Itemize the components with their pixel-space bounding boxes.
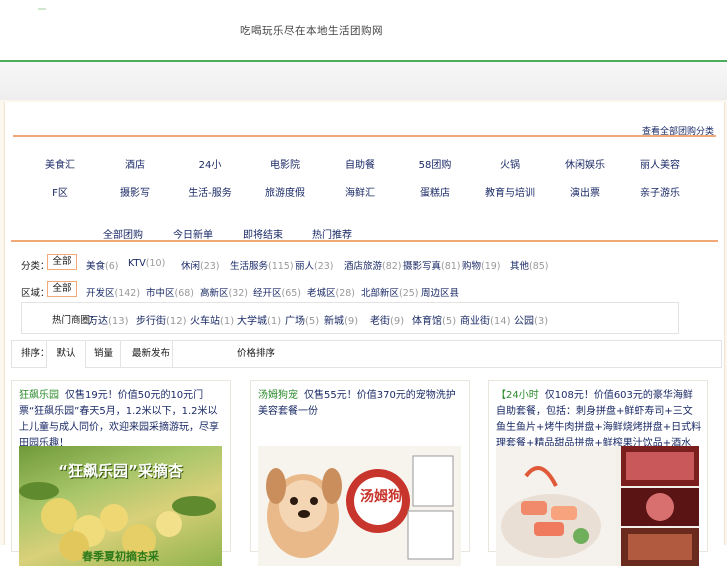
filter-option[interactable]: 高新区(32): [200, 285, 248, 299]
category-item[interactable]: 24小: [180, 156, 240, 171]
site-slogan: 吃喝玩乐尽在本地生活团购网: [240, 25, 383, 37]
category-item[interactable]: 教育与培训: [480, 184, 540, 199]
category-item[interactable]: 58团购: [405, 156, 465, 171]
deal-title[interactable]: 汤姆狗宠 仅售55元！价值370元的宠物洗护美容套餐一份: [258, 388, 464, 420]
orange-divider: [13, 135, 716, 137]
filter-option[interactable]: 市中区(68): [146, 285, 194, 299]
filter-label: 分类：: [21, 261, 50, 272]
category-item[interactable]: F区: [30, 184, 90, 199]
filter-option[interactable]: 摄影写真(81): [403, 258, 461, 272]
filter-option[interactable]: KTV(10): [128, 258, 165, 269]
deal-tag: 汤姆狗宠: [258, 390, 298, 401]
deal-image-caption: 汤姆狗: [360, 489, 402, 505]
category-item[interactable]: 生活-服务: [180, 184, 240, 199]
deal-image-caption: “狂飙乐园”采摘杏: [58, 462, 183, 480]
sort-sales[interactable]: 销量: [94, 341, 113, 367]
category-item[interactable]: 亲子游乐: [630, 184, 690, 199]
filter-option[interactable]: 休闲(23): [181, 258, 220, 272]
filter-option[interactable]: 开发区(142): [86, 285, 140, 299]
category-item[interactable]: 丽人美容: [630, 156, 690, 171]
filter-option[interactable]: 其他(85): [510, 258, 549, 272]
deal-card[interactable]: 【24小时 仅108元！价值603元的豪华海鲜自助套餐，包括：刺身拼盘+鲜虾寿司+…: [488, 380, 708, 566]
filter-option[interactable]: 美食(6): [86, 258, 118, 272]
sub-filter-option[interactable]: 万达(13): [88, 312, 129, 327]
deal-card[interactable]: 汤姆狗宠 仅售55元！价值370元的宠物洗护美容套餐一份 汤姆狗: [250, 380, 470, 566]
deal-title[interactable]: 狂飙乐园 仅售19元！价值50元的10元门票“狂飙乐园”春天5月，1.2米以下，1…: [19, 388, 225, 452]
sort-divider: [120, 341, 121, 367]
tab-hot[interactable]: 热门推荐: [312, 226, 352, 241]
filter-option[interactable]: 酒店旅游(82): [344, 258, 402, 272]
sort-newest[interactable]: 最新发布: [132, 341, 170, 367]
deal-tag: 狂飙乐园: [19, 390, 59, 401]
sub-filter-option[interactable]: 老街(9): [370, 312, 404, 327]
filter-option[interactable]: 北部新区(25): [361, 285, 419, 299]
category-item[interactable]: 电影院: [255, 156, 315, 171]
filter-option[interactable]: 购物(19): [462, 258, 501, 272]
filter-label: 区域：: [21, 288, 50, 299]
category-item[interactable]: 美食汇: [30, 156, 90, 171]
deal-card[interactable]: 狂飙乐园 仅售19元！价值50元的10元门票“狂飙乐园”春天5月，1.2米以下，1…: [11, 380, 231, 566]
deal-image-subcaption: 春季夏初摘杏采: [82, 550, 159, 563]
puppy-image: [266, 455, 454, 560]
sort-price[interactable]: 价格排序: [237, 341, 275, 367]
sub-filter-option[interactable]: 大学城(1): [237, 312, 281, 327]
nav-band: [0, 62, 727, 101]
sub-filter-option[interactable]: 广场(5): [285, 312, 319, 327]
category-item[interactable]: 演出票: [555, 184, 615, 199]
tab-all[interactable]: 全部团购: [103, 226, 143, 241]
tab-ending[interactable]: 即将结束: [243, 226, 283, 241]
top-header: 吃喝玩乐尽在本地生活团购网: [0, 0, 727, 60]
deal-image[interactable]: 汤姆狗: [258, 446, 461, 566]
category-item[interactable]: 海鲜汇: [330, 184, 390, 199]
deal-tag: 【24小时: [496, 390, 539, 401]
sort-divider: [172, 341, 173, 367]
sub-filter-option[interactable]: 体育馆(5): [412, 312, 456, 327]
category-item[interactable]: 火锅: [480, 156, 540, 171]
sub-filter-option[interactable]: 火车站(1): [190, 312, 234, 327]
seafood-buffet-image: [496, 446, 699, 566]
category-item[interactable]: 蛋糕店: [405, 184, 465, 199]
deal-image[interactable]: [496, 446, 699, 566]
logo-mark: [38, 8, 46, 10]
sub-filter-option[interactable]: 商业街(14): [460, 312, 511, 327]
category-item[interactable]: 自助餐: [330, 156, 390, 171]
filter-option[interactable]: 经开区(65): [253, 285, 301, 299]
deal-title[interactable]: 【24小时 仅108元！价值603元的豪华海鲜自助套餐，包括：刺身拼盘+鲜虾寿司+…: [496, 388, 702, 452]
orange-divider: [11, 240, 718, 242]
sub-filter-option[interactable]: 公园(3): [514, 312, 548, 327]
filter-selected[interactable]: 全部: [47, 254, 77, 270]
category-item[interactable]: 休闲娱乐: [555, 156, 615, 171]
filter-option[interactable]: 周边区县: [421, 285, 459, 299]
tab-new[interactable]: 今日新单: [173, 226, 213, 241]
hot-district-box: 热门商圈： 万达(13) 步行街(12) 火车站(1) 大学城(1) 广场(5)…: [21, 302, 679, 334]
sort-default[interactable]: 默认: [46, 341, 86, 368]
sub-filter-option[interactable]: 步行街(12): [136, 312, 187, 327]
category-item[interactable]: 酒店: [105, 156, 165, 171]
category-item[interactable]: 旅游度假: [255, 184, 315, 199]
sort-bar: 排序： 默认 销量 最新发布 价格排序: [11, 340, 722, 368]
filter-option[interactable]: 生活服务(115): [230, 258, 294, 272]
category-item[interactable]: 摄影写: [105, 184, 165, 199]
main-content: 查看全部团购分类 美食汇 酒店 24小 电影院 自助餐 58团购 火锅 休闲娱乐…: [0, 100, 727, 566]
filter-selected[interactable]: 全部: [47, 281, 77, 297]
sub-filter-option[interactable]: 新城(9): [324, 312, 358, 327]
filter-option[interactable]: 老城区(28): [307, 285, 355, 299]
filter-option[interactable]: 丽人(23): [295, 258, 334, 272]
deal-image[interactable]: “狂飙乐园”采摘杏 春季夏初摘杏采: [19, 446, 222, 566]
